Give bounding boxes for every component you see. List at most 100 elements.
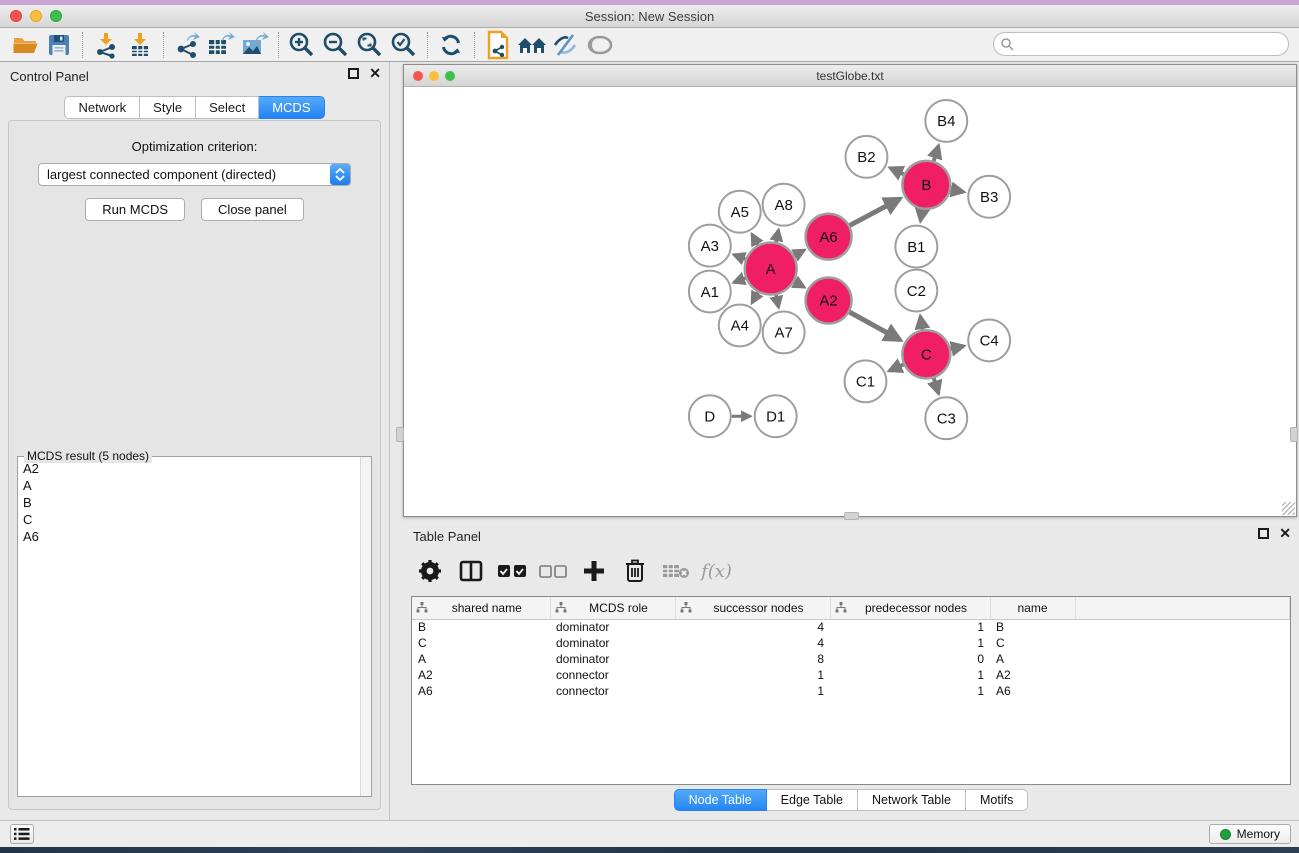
column-header-name[interactable]: name	[990, 597, 1075, 619]
cell-successor-nodes[interactable]: 4	[675, 619, 830, 635]
node-A5[interactable]: A5	[719, 191, 761, 233]
node-B[interactable]: B	[902, 161, 950, 209]
cell-name[interactable]: B	[990, 619, 1075, 635]
refresh-layout-icon[interactable]	[434, 30, 468, 60]
unchecked-columns-icon[interactable]	[534, 554, 571, 588]
edge-A-A4[interactable]	[752, 292, 758, 303]
cell-predecessor-nodes[interactable]: 1	[830, 635, 990, 651]
cell-name[interactable]: A6	[990, 683, 1075, 699]
node-B2[interactable]: B2	[846, 136, 888, 178]
edge-A-A2[interactable]	[794, 282, 804, 288]
close-window-icon[interactable]	[10, 10, 22, 22]
result-list-item[interactable]: B	[19, 494, 359, 511]
node-B1[interactable]: B1	[895, 226, 937, 268]
tab-network[interactable]: Network	[64, 96, 140, 119]
cell-shared-name[interactable]: A6	[412, 683, 550, 699]
close-network-icon[interactable]	[413, 71, 423, 81]
cell-successor-nodes[interactable]: 4	[675, 635, 830, 651]
resize-grip[interactable]	[1282, 502, 1295, 515]
tab-select[interactable]: Select	[196, 96, 259, 119]
vertical-divider-grip[interactable]	[396, 427, 404, 442]
float-panel-icon[interactable]	[348, 68, 359, 79]
cell-name[interactable]: C	[990, 635, 1075, 651]
close-panel-button[interactable]: Close panel	[201, 198, 304, 221]
edge-A2-C[interactable]	[850, 312, 901, 340]
import-network-icon[interactable]	[89, 30, 123, 60]
table-row[interactable]: Bdominator41B	[412, 619, 1290, 635]
memory-button[interactable]: Memory	[1209, 824, 1291, 844]
add-column-icon[interactable]	[575, 554, 612, 588]
column-header-mcds-role[interactable]: MCDS role	[550, 597, 675, 619]
node-C2[interactable]: C2	[895, 270, 937, 312]
zoom-in-icon[interactable]	[285, 30, 319, 60]
criterion-dropdown[interactable]: largest connected component (directed)	[38, 163, 351, 186]
node-table[interactable]: shared nameMCDS rolesuccessor nodesprede…	[411, 596, 1291, 785]
cell-shared-name[interactable]: A	[412, 651, 550, 667]
node-D1[interactable]: D1	[755, 395, 797, 437]
minimize-network-icon[interactable]	[429, 71, 439, 81]
node-B4[interactable]: B4	[925, 100, 967, 142]
gear-icon[interactable]	[411, 554, 448, 588]
network-window-titlebar[interactable]: testGlobe.txt	[404, 65, 1296, 87]
export-network-icon[interactable]	[170, 30, 204, 60]
edge-B-B3[interactable]	[951, 189, 964, 191]
result-scrollbar[interactable]	[360, 457, 371, 796]
network-canvas[interactable]: B4B2BB3A5A8A6A3B1AA1C2A2A4A7C4CC1C3DD1	[404, 87, 1296, 516]
close-panel-icon[interactable]: ✕	[369, 68, 381, 79]
node-A2[interactable]: A2	[806, 278, 852, 324]
table-row[interactable]: Cdominator41C	[412, 635, 1290, 651]
edge-A6-B[interactable]	[850, 199, 900, 226]
cell-mcds-role[interactable]: dominator	[550, 619, 675, 635]
node-C3[interactable]: C3	[925, 397, 967, 439]
edge-B-B2[interactable]	[890, 168, 904, 174]
tab-style[interactable]: Style	[140, 96, 196, 119]
export-image-icon[interactable]	[238, 30, 272, 60]
node-A4[interactable]: A4	[719, 304, 761, 346]
cell-predecessor-nodes[interactable]: 1	[830, 619, 990, 635]
column-header-predecessor-nodes[interactable]: predecessor nodes	[830, 597, 990, 619]
edge-A-A6[interactable]	[794, 250, 804, 256]
edge-A-A8[interactable]	[776, 230, 778, 242]
cell-mcds-role[interactable]: connector	[550, 683, 675, 699]
cell-shared-name[interactable]: B	[412, 619, 550, 635]
save-icon[interactable]	[42, 30, 76, 60]
hide-selected-icon[interactable]	[549, 30, 583, 60]
edge-A-A5[interactable]	[752, 234, 758, 245]
table-row[interactable]: A6connector11A6	[412, 683, 1290, 699]
cell-mcds-role[interactable]: connector	[550, 667, 675, 683]
tab-edge-table[interactable]: Edge Table	[767, 789, 858, 811]
close-table-panel-icon[interactable]: ✕	[1279, 528, 1291, 539]
checked-columns-icon[interactable]	[493, 554, 530, 588]
edge-A-A3[interactable]	[734, 255, 746, 259]
delete-icon[interactable]	[616, 554, 653, 588]
node-D[interactable]: D	[689, 395, 731, 437]
result-list-item[interactable]: A	[19, 477, 359, 494]
zoom-window-icon[interactable]	[50, 10, 62, 22]
open-icon[interactable]	[8, 30, 42, 60]
column-header-successor-nodes[interactable]: successor nodes	[675, 597, 830, 619]
node-A[interactable]: A	[745, 243, 797, 295]
node-A1[interactable]: A1	[689, 271, 731, 313]
mcds-result-list[interactable]: A2ABCA6	[19, 460, 359, 795]
network-file-icon[interactable]	[481, 30, 515, 60]
table-row[interactable]: A2connector11A2	[412, 667, 1290, 683]
node-A7[interactable]: A7	[763, 311, 805, 353]
zoom-fit-icon[interactable]	[353, 30, 387, 60]
edge-C-C4[interactable]	[951, 346, 964, 349]
result-list-item[interactable]: C	[19, 511, 359, 528]
minimize-window-icon[interactable]	[30, 10, 42, 22]
cell-shared-name[interactable]: A2	[412, 667, 550, 683]
search-input[interactable]	[1014, 37, 1288, 51]
task-history-button[interactable]	[10, 824, 34, 844]
cell-mcds-role[interactable]: dominator	[550, 635, 675, 651]
tab-mcds[interactable]: MCDS	[259, 96, 324, 119]
node-A3[interactable]: A3	[689, 225, 731, 267]
delete-table-icon[interactable]	[657, 554, 694, 588]
edge-C-C3[interactable]	[934, 378, 939, 393]
edge-B-B4[interactable]	[934, 146, 939, 161]
cell-name[interactable]: A	[990, 651, 1075, 667]
edge-A-A7[interactable]	[776, 295, 778, 307]
column-header-shared-name[interactable]: shared name	[412, 597, 550, 619]
float-table-panel-icon[interactable]	[1258, 528, 1269, 539]
cell-name[interactable]: A2	[990, 667, 1075, 683]
